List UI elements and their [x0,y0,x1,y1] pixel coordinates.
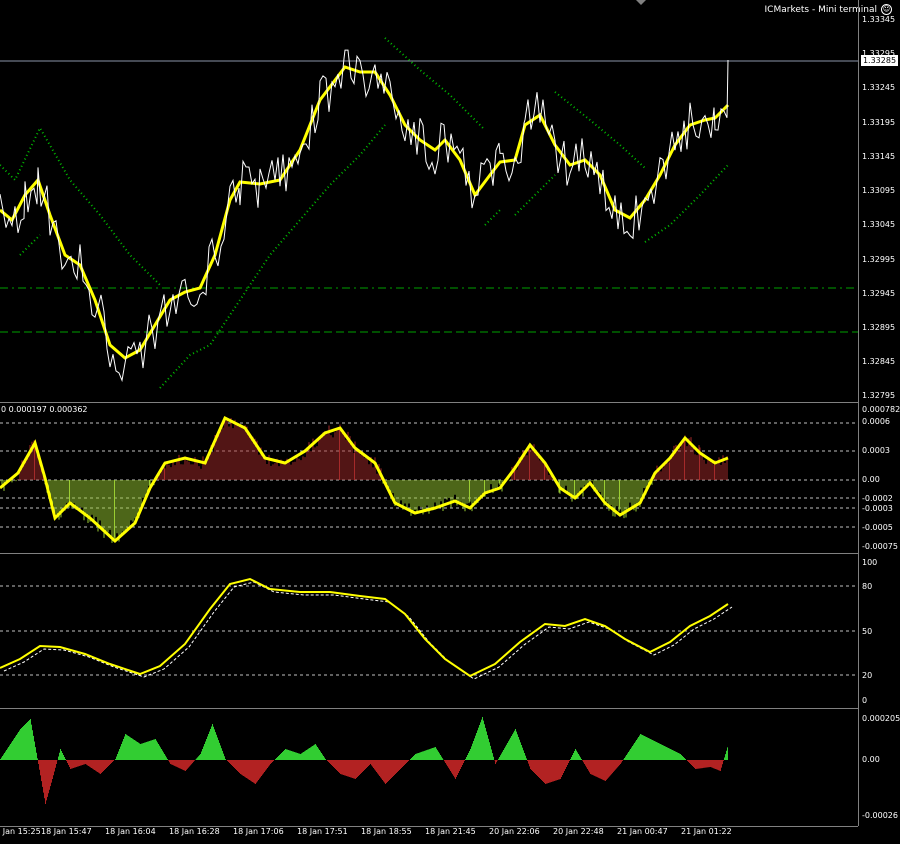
oscillator-axis-label: 0 [862,696,868,705]
histogram-pane[interactable]: 0.000205 0.00 -0.00026 [0,709,900,826]
oscillator-main-line [0,577,729,678]
macd-pane[interactable]: 0.000782 0.0006 0.0003 0.00 -0.0002 -0.0… [0,403,900,553]
histogram-axis-label: -0.00026 [862,811,898,820]
macd-axis-label: 0.000782 [862,405,900,414]
terminal-title[interactable]: ICMarkets - Mini terminal ☺ [765,4,892,15]
histogram-axis-label: 0.00 [862,755,880,764]
macd-axis-label: 0.00 [862,475,880,484]
histogram-axis: 0.000205 0.00 -0.00026 [858,709,900,826]
time-axis-label: 18 Jan 15:47 [41,827,92,836]
oscillator-axis-label: 20 [862,671,873,680]
macd-axis: 0.000782 0.0006 0.0003 0.00 -0.0002 -0.0… [858,403,900,553]
price-pane[interactable]: 1.33345 1.33295 1.33245 1.33195 1.33145 … [0,0,900,402]
time-axis-label: 20 Jan 22:06 [489,827,540,836]
smiley-icon[interactable]: ☺ [881,4,892,15]
time-axis-label: 18 Jan 17:51 [297,827,348,836]
scroll-marker-icon [636,0,646,5]
price-axis-label: 1.32795 [862,391,896,400]
histogram-axis-label: 0.000205 [862,714,900,723]
macd-chart[interactable] [0,403,858,553]
price-axis-label: 1.32945 [862,289,896,298]
oscillator-axis-label: 50 [862,627,873,636]
price-axis-label: 1.33045 [862,220,896,229]
price-axis-label: 1.33195 [862,118,896,127]
macd-values-label: 0 0.000197 0.000362 [1,405,88,414]
price-axis-label: 1.33345 [862,15,896,24]
macd-axis-label: -0.0005 [862,523,893,532]
moving-average-line [0,65,730,360]
histogram-chart[interactable] [0,709,858,826]
macd-axis-label: -0.00075 [862,542,898,551]
macd-axis-label: -0.0003 [862,504,893,513]
oscillator-axis-label: 100 [862,558,878,567]
trailing-stop-dots [484,209,501,226]
macd-axis-label: 0.0003 [862,446,890,455]
price-chart[interactable] [0,0,858,402]
price-axis-label: 1.32895 [862,323,896,332]
macd-axis-label: 0.0006 [862,417,890,426]
trailing-stop-dots [554,91,646,169]
time-axis-label: 18 Jan 17:06 [233,827,284,836]
time-axis-label: 18 Jan 15:25 [0,827,41,836]
time-axis-label: 21 Jan 00:47 [617,827,668,836]
price-axis-label: 1.33245 [862,83,896,92]
time-axis-label: 20 Jan 22:48 [553,827,604,836]
oscillator-pane[interactable]: 100 80 50 20 0 [0,554,900,708]
price-line [0,49,729,383]
price-axis-label: 1.33095 [862,186,896,195]
time-axis-label: 18 Jan 18:55 [361,827,412,836]
time-axis-label: 18 Jan 16:04 [105,827,156,836]
price-axis-label: 1.33145 [862,152,896,161]
chart-window[interactable]: 1.33345 1.33295 1.33245 1.33195 1.33145 … [0,0,900,844]
current-price-tag: 1.33285 [861,55,898,66]
price-axis-label: 1.32845 [862,357,896,366]
price-axis-label: 1.32995 [862,255,896,264]
time-axis-label: 18 Jan 21:45 [425,827,476,836]
time-axis-label: 18 Jan 16:28 [169,827,220,836]
trailing-stop-dots [19,234,41,256]
oscillator-axis: 100 80 50 20 0 [858,554,900,708]
trailing-stop-dots [514,174,556,216]
macd-axis-label: -0.0002 [862,494,893,503]
oscillator-chart[interactable] [0,554,858,708]
axis-separator [858,0,859,826]
time-axis-label: 21 Jan 01:22 [681,827,732,836]
oscillator-axis-label: 80 [862,582,873,591]
terminal-title-text: ICMarkets - Mini terminal [764,4,877,15]
